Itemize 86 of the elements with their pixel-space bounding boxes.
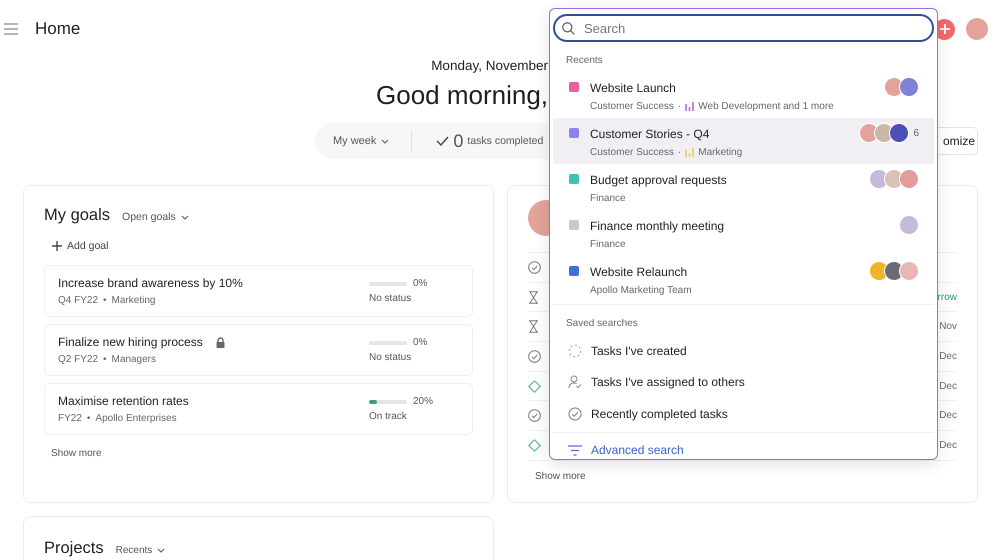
completed-count: 0 xyxy=(453,130,464,152)
goals-filter-dropdown[interactable]: Open goals xyxy=(122,211,189,223)
project-team: Apollo Marketing Team xyxy=(590,284,692,296)
project-title: Customer Stories - Q4 xyxy=(590,126,710,140)
plus-icon xyxy=(938,23,950,35)
goal-status: No status xyxy=(369,293,412,304)
separator-dot: • xyxy=(103,354,107,365)
separator-dot: • xyxy=(86,413,90,424)
project-team: Finance xyxy=(590,238,626,250)
due-date: Dec xyxy=(939,440,957,451)
period-dropdown[interactable]: My week xyxy=(333,135,390,147)
recent-project-item[interactable]: Website Launch Customer Success · Web Development and 1 more xyxy=(553,72,934,118)
recent-project-item[interactable]: Website Relaunch Apollo Marketing Team xyxy=(553,256,934,302)
goal-item[interactable]: Increase brand awareness by 10% Q4 FY22 • Marketing 0% No status xyxy=(44,265,473,317)
project-title: Website Launch xyxy=(590,80,676,94)
check-circle-icon[interactable] xyxy=(528,350,541,363)
check-circle-icon xyxy=(568,406,582,421)
advanced-search-link[interactable]: Advanced search xyxy=(591,443,684,458)
diamond-icon xyxy=(528,380,541,393)
check-circle-icon[interactable] xyxy=(528,260,541,274)
goal-title: Increase brand awareness by 10% xyxy=(58,276,243,290)
project-title: Finance monthly meeting xyxy=(590,218,724,232)
caret-icon xyxy=(381,138,390,144)
greeting-heading: Good morning, xyxy=(375,79,548,112)
separator-dot: · xyxy=(678,146,682,158)
diamond-icon xyxy=(528,438,541,452)
completed-label: tasks completed xyxy=(467,135,544,147)
check-circle-icon[interactable] xyxy=(528,409,541,422)
add-goal-button[interactable]: Add goal xyxy=(52,240,108,252)
goal-status: No status xyxy=(369,352,412,363)
caret-icon xyxy=(180,214,189,220)
project-team: Customer Success xyxy=(590,100,674,112)
recent-project-item[interactable]: Finance monthly meeting Finance xyxy=(553,210,934,256)
menu-icon[interactable] xyxy=(4,23,18,35)
recent-project-item[interactable]: Customer Stories - Q4 Customer Success · Marketing 6 xyxy=(553,118,934,164)
due-date: Dec xyxy=(939,410,957,422)
goal-period: Q2 FY22 xyxy=(58,354,98,365)
portfolio-name: Marketing xyxy=(698,146,742,158)
saved-search-link[interactable]: Tasks I've created xyxy=(591,344,687,358)
plus-icon xyxy=(52,241,62,251)
hourglass-icon xyxy=(528,320,539,334)
section-label: Recents xyxy=(565,54,604,68)
due-date: Nov xyxy=(939,321,957,332)
separator-dot: · xyxy=(678,100,682,112)
due-date: Dec xyxy=(939,350,957,362)
project-title: Budget approval requests xyxy=(590,172,727,186)
project-team: Customer Success xyxy=(590,146,674,158)
separator-dot: • xyxy=(103,295,107,306)
goal-team: Apollo Enterprises xyxy=(95,413,177,424)
goal-item[interactable]: Maximise retention rates FY22 • Apollo Enterprises 20% On track xyxy=(44,383,473,435)
date-text: Monday, November xyxy=(430,58,548,74)
saved-search-link[interactable]: Tasks I've assigned to others xyxy=(591,375,745,390)
projects-filter-dropdown[interactable]: Recents xyxy=(116,545,166,556)
member-count: 6 xyxy=(913,128,919,138)
progress-percent: 0% xyxy=(413,278,428,289)
due-date: rrow xyxy=(938,292,957,303)
show-more-link[interactable]: Show more xyxy=(51,448,102,459)
goal-item[interactable]: Finalize new hiring process Q2 FY22 • Managers 0% No status xyxy=(44,324,473,376)
saved-search-link[interactable]: Recently completed tasks xyxy=(591,406,728,421)
goal-team: Marketing xyxy=(112,295,156,306)
due-date: Dec xyxy=(939,380,957,392)
project-title: Website Relaunch xyxy=(590,264,688,278)
card-title: My goals xyxy=(44,206,110,225)
goal-title: Maximise retention rates xyxy=(58,394,189,408)
portfolio-name: Web Development and 1 more xyxy=(698,100,834,112)
search-icon xyxy=(562,22,575,34)
recent-project-item[interactable]: Budget approval requests Finance xyxy=(553,164,934,210)
caret-icon xyxy=(157,548,166,553)
project-team: Finance xyxy=(590,192,626,204)
hourglass-icon xyxy=(528,290,539,304)
show-more-link[interactable]: Show more xyxy=(535,470,586,482)
page-title: Home xyxy=(35,19,80,39)
progress-percent: 0% xyxy=(413,337,428,348)
goal-team: Managers xyxy=(112,354,156,365)
goal-title: Finalize new hiring process xyxy=(58,335,203,349)
dotted-circle-icon xyxy=(568,344,582,358)
goal-period: FY22 xyxy=(58,413,82,424)
section-label: Saved searches xyxy=(565,317,639,331)
filter-icon xyxy=(568,444,582,456)
goal-period: Q4 FY22 xyxy=(58,295,98,306)
card-title: Projects xyxy=(44,539,104,558)
search-field[interactable]: Search xyxy=(553,14,934,42)
check-icon xyxy=(436,136,450,146)
goal-status: On track xyxy=(369,411,408,422)
progress-percent: 20% xyxy=(413,396,434,407)
person-check-icon xyxy=(568,375,582,390)
